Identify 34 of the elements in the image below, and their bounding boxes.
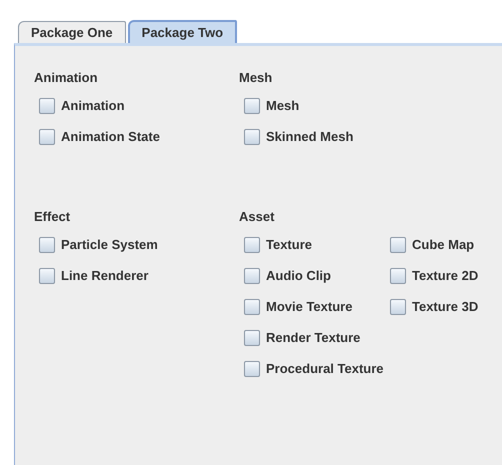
checkbox[interactable] (390, 236, 406, 252)
checkbox-label[interactable]: Line Renderer (61, 268, 148, 283)
group-title: Animation (34, 69, 99, 87)
checkbox-label[interactable]: Skinned Mesh (266, 129, 354, 144)
checkbox-label[interactable]: Texture 2D (412, 268, 478, 283)
checkbox[interactable] (244, 128, 260, 144)
checkbox[interactable] (390, 268, 406, 284)
checkbox[interactable] (244, 268, 260, 284)
checkbox[interactable] (39, 128, 55, 144)
checkbox[interactable] (39, 268, 55, 284)
tab[interactable]: Package One (18, 21, 126, 43)
checkbox[interactable] (244, 360, 260, 376)
checkbox-label[interactable]: Cube Map (412, 237, 474, 252)
group-title: Effect (34, 208, 72, 226)
checkbox-label[interactable]: Texture 3D (412, 299, 478, 314)
checkbox[interactable] (39, 98, 55, 114)
checkbox[interactable] (390, 298, 406, 314)
checkbox[interactable] (244, 330, 260, 346)
checkbox-label[interactable]: Mesh (266, 98, 300, 113)
checkbox[interactable] (39, 236, 55, 252)
checkbox[interactable] (244, 298, 260, 314)
checkbox-label[interactable]: Texture (266, 237, 312, 252)
checkbox[interactable] (244, 98, 260, 114)
checkbox-label[interactable]: Audio Clip (266, 268, 331, 283)
checkbox-label[interactable]: Procedural Texture (266, 361, 384, 376)
group-title: Mesh (239, 69, 274, 87)
checkbox-label[interactable]: Particle System (61, 237, 158, 252)
group-title: Asset (239, 208, 276, 226)
checkbox-label[interactable]: Render Texture (266, 330, 360, 345)
checkbox[interactable] (244, 236, 260, 252)
checkbox-label[interactable]: Animation (61, 98, 125, 113)
tab[interactable]: Package Two (128, 20, 238, 43)
checkbox-label[interactable]: Animation State (61, 129, 160, 144)
checkbox-label[interactable]: Movie Texture (266, 299, 352, 314)
